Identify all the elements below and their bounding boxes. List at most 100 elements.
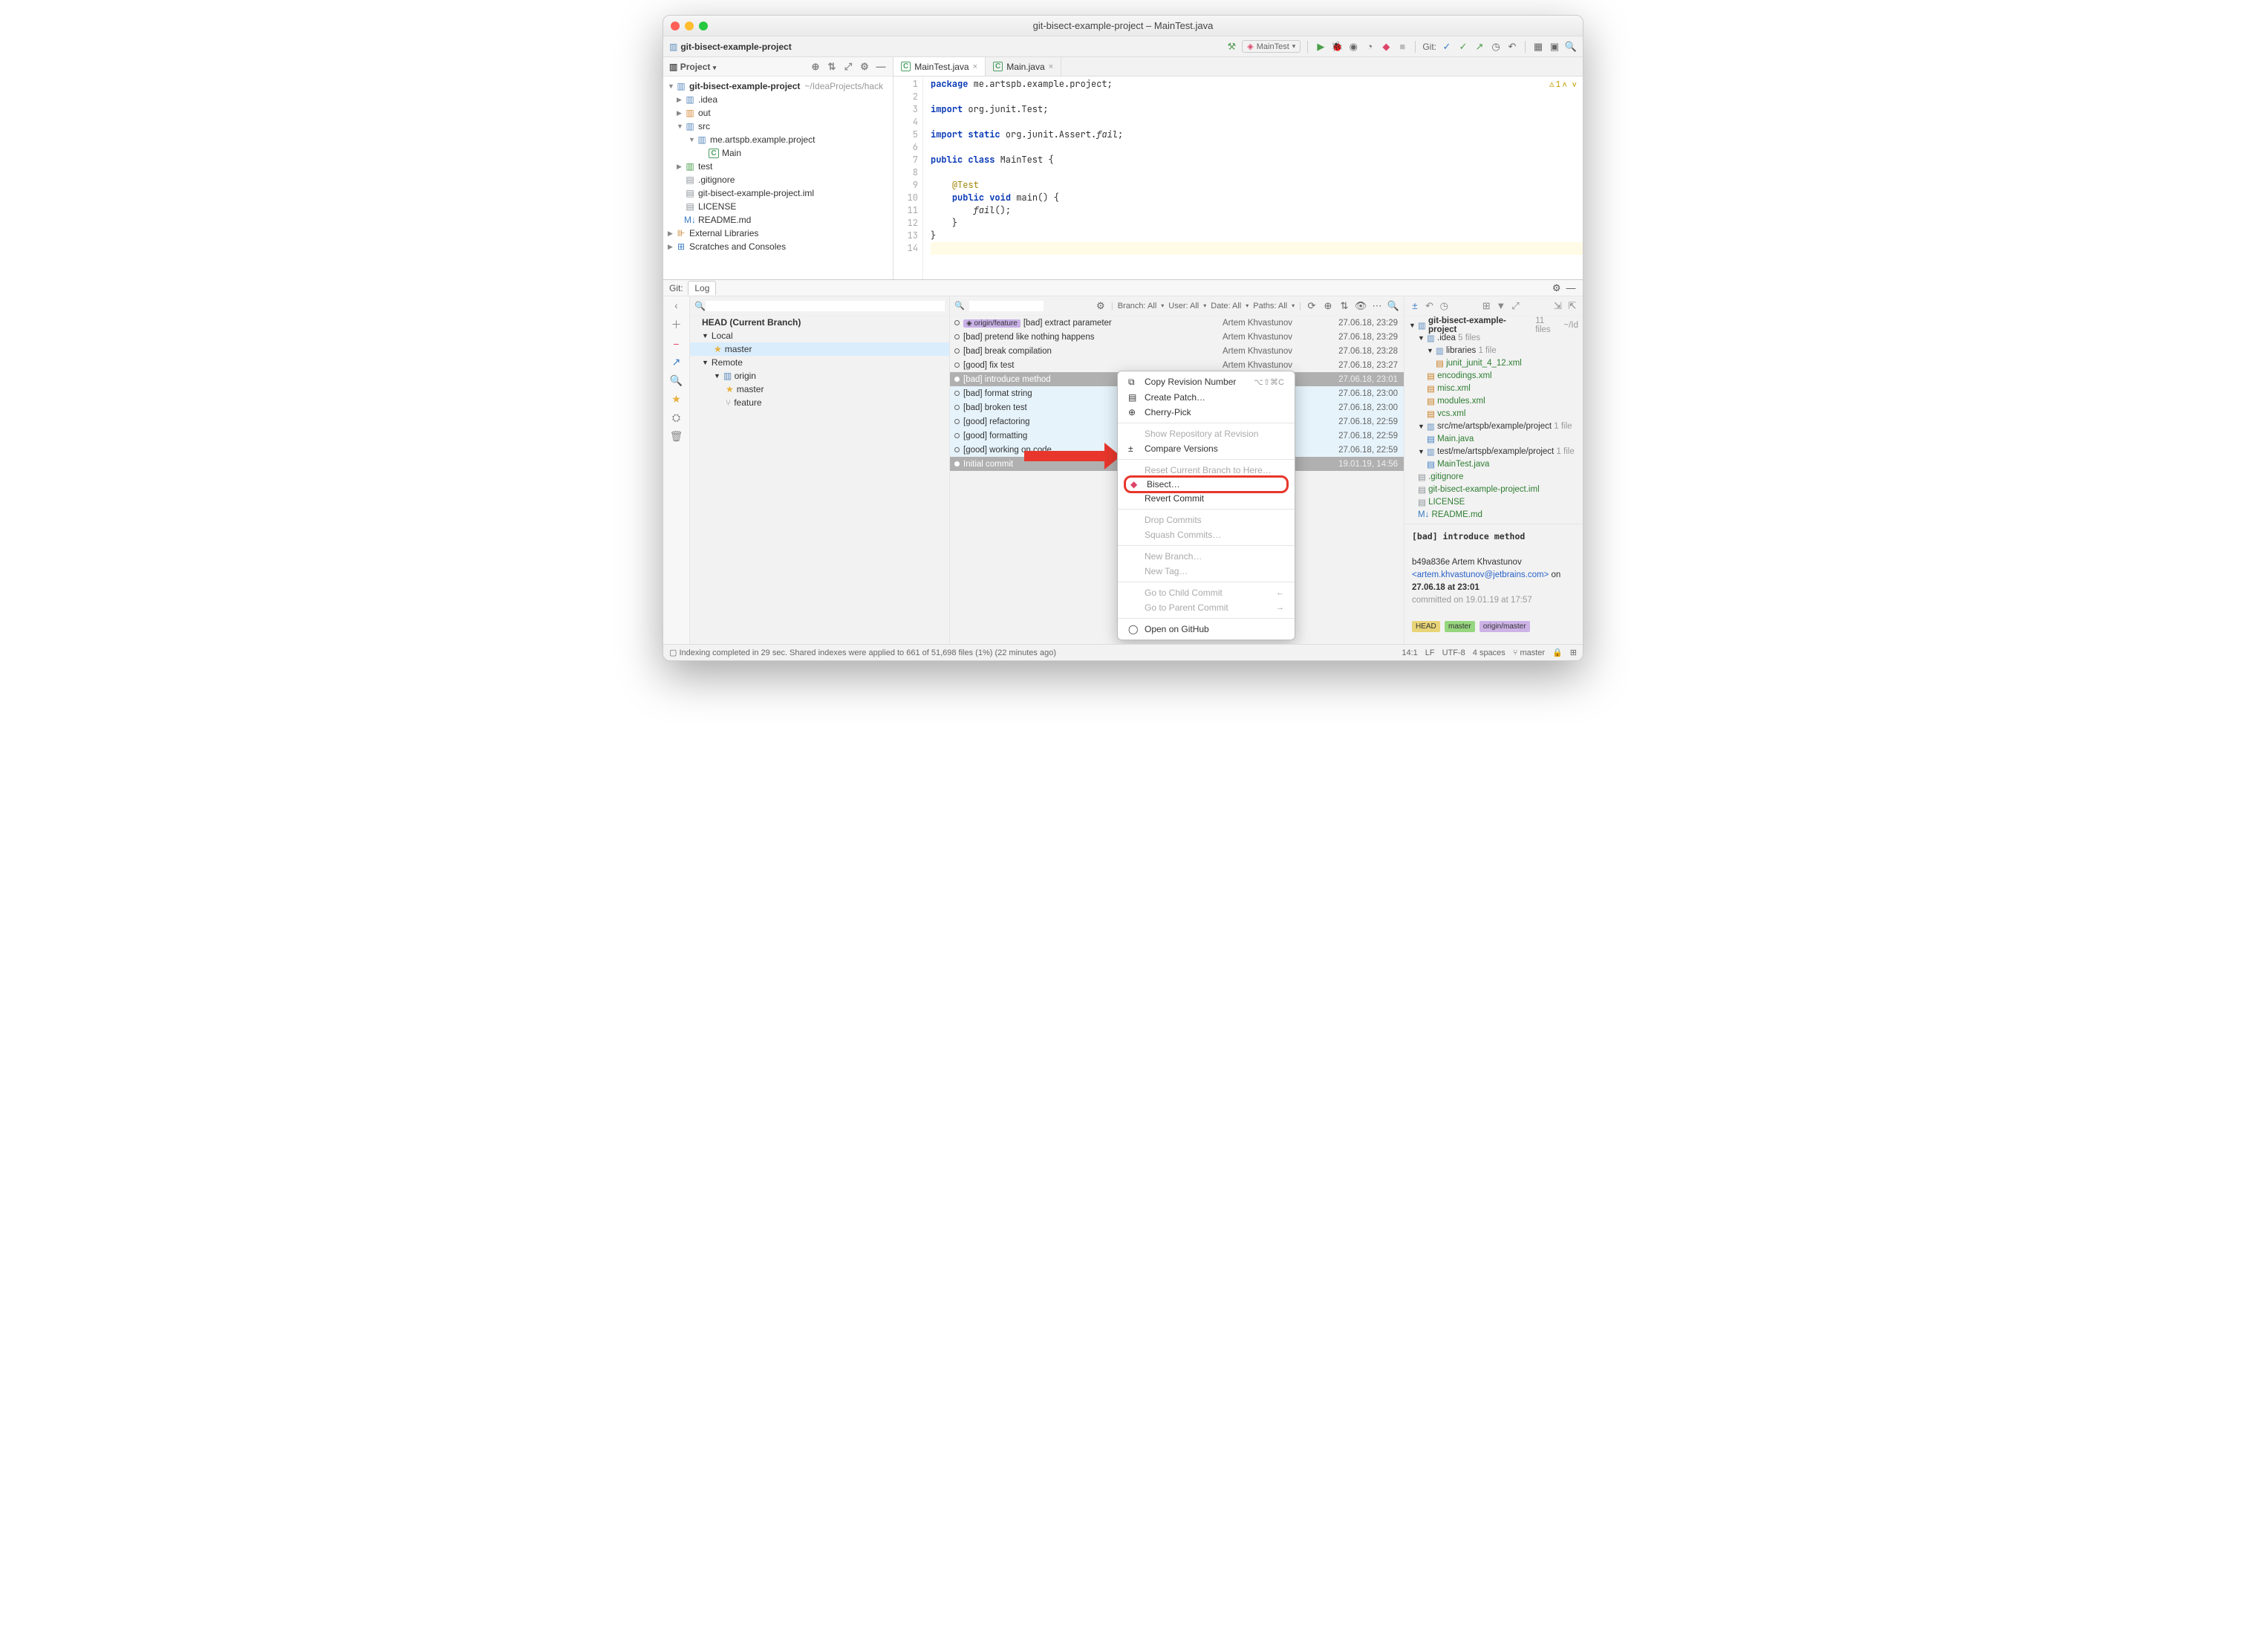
encoding[interactable]: UTF-8 (1442, 648, 1465, 657)
search-icon[interactable]: 🔍 (1565, 41, 1577, 53)
add-icon[interactable]: ＋ (671, 317, 682, 332)
stop-icon[interactable]: ■ (1396, 41, 1408, 53)
author-email-link[interactable]: <artem.khvastunov@jetbrains.com> (1412, 570, 1549, 579)
commit-row[interactable]: [bad] pretend like nothing happensArtem … (950, 330, 1404, 344)
search-icon[interactable]: 🔍 (670, 374, 683, 387)
menu-open-github[interactable]: ◯Open on GitHub (1118, 622, 1295, 637)
tree-item[interactable]: ▼▥src (663, 120, 893, 133)
coverage-icon[interactable]: ◉ (1347, 41, 1359, 53)
change-file[interactable]: ▤ Main.java (1404, 432, 1583, 445)
change-folder[interactable]: ▼▥ libraries 1 file (1404, 344, 1583, 357)
tab-main[interactable]: CMain.java× (986, 57, 1061, 76)
change-file[interactable]: ▤ LICENSE (1404, 495, 1583, 508)
revert-icon[interactable]: ↶ (1424, 300, 1436, 312)
expand-icon[interactable]: ⤢ (1509, 300, 1521, 312)
hide-icon[interactable]: — (875, 61, 887, 73)
close-icon[interactable]: × (1049, 62, 1053, 71)
expand-icon[interactable]: ⇅ (826, 61, 838, 73)
change-folder[interactable]: ▼▥ test/me/artspb/example/project 1 file (1404, 445, 1583, 458)
filter-user[interactable]: User: All (1168, 302, 1199, 310)
vcs-history-icon[interactable]: ◷ (1490, 41, 1502, 53)
change-file[interactable]: ▤ MainTest.java (1404, 458, 1583, 470)
find-icon[interactable]: 🔍 (1387, 300, 1399, 312)
collapse-icon[interactable]: ⤢ (842, 61, 854, 73)
change-file[interactable]: ▤ vcs.xml (1404, 407, 1583, 420)
line-ending[interactable]: LF (1425, 648, 1435, 657)
vcs-rollback-icon[interactable]: ↶ (1506, 41, 1518, 53)
hide-icon[interactable]: — (1565, 282, 1577, 293)
search-everywhere-icon[interactable]: ▦ (1532, 41, 1544, 53)
git-branch-status[interactable]: ⑂ master (1513, 648, 1545, 657)
code-area[interactable]: 1234567891011121314 package me.artspb.ex… (893, 77, 1583, 279)
branch-origin-feature[interactable]: ⑂feature (690, 396, 949, 409)
commit-search-input[interactable] (969, 301, 1044, 311)
profile-icon[interactable]: ◔ (1364, 41, 1376, 53)
target-icon[interactable]: ⊕ (810, 61, 821, 73)
back-icon[interactable]: ‹ (674, 299, 678, 311)
hammer-build-icon[interactable]: ⚒ (1225, 41, 1237, 53)
delete-icon[interactable]: − (673, 338, 679, 350)
cherry-icon[interactable]: ⊕ (1322, 300, 1334, 312)
head-branch[interactable]: HEAD (Current Branch) (690, 316, 949, 329)
tree-item[interactable]: ▶▥test (663, 160, 893, 173)
more-icon[interactable]: ⋯ (1371, 300, 1383, 312)
vcs-commit-icon[interactable]: ✓ (1457, 41, 1469, 53)
remote-group[interactable]: ▼Remote (690, 356, 949, 369)
compare-icon[interactable]: ± (1409, 299, 1421, 311)
menu-cherry-pick[interactable]: ⊕Cherry-Pick (1118, 405, 1295, 420)
vcs-push-icon[interactable]: ↗ (1474, 41, 1485, 53)
change-folder[interactable]: ▼▥ src/me/artspb/example/project 1 file (1404, 420, 1583, 432)
tag-origin-master[interactable]: origin/master (1480, 621, 1530, 632)
tree-item[interactable]: CMain (663, 146, 893, 160)
debug-icon[interactable]: 🐞 (1331, 41, 1343, 53)
breadcrumb[interactable]: ▥ git-bisect-example-project (669, 42, 792, 52)
close-icon[interactable]: × (973, 62, 977, 71)
star-icon[interactable]: ★ (671, 393, 681, 406)
filter-icon[interactable]: ⚙ (1095, 300, 1107, 312)
tag-master[interactable]: master (1445, 621, 1475, 632)
filter-icon[interactable]: ▼ (1495, 299, 1507, 311)
change-file[interactable]: ▤ .gitignore (1404, 470, 1583, 483)
gear-icon[interactable]: ⚙ (1551, 282, 1563, 294)
lock-icon[interactable]: 🔒 (1552, 648, 1563, 657)
group-icon[interactable]: ⊞ (1480, 300, 1492, 312)
git-log-tab[interactable]: Log (688, 281, 716, 295)
tree-item[interactable]: ▤git-bisect-example-project.iml (663, 186, 893, 200)
tag-head[interactable]: HEAD (1412, 621, 1440, 632)
tree-item[interactable]: ▤LICENSE (663, 200, 893, 213)
settings-icon[interactable]: ⛭ (672, 412, 680, 424)
tree-item[interactable]: M↓README.md (663, 213, 893, 227)
tree-root[interactable]: ▼▥git-bisect-example-project ~/IdeaProje… (663, 79, 893, 93)
change-file[interactable]: ▤ misc.xml (1404, 382, 1583, 394)
menu-copy-revision[interactable]: ⧉Copy Revision Number⌥⇧⌘C (1118, 374, 1295, 390)
origin-group[interactable]: ▼▥ origin (690, 369, 949, 383)
arrow-icon[interactable]: ↗ (672, 356, 681, 368)
ide-settings-icon[interactable]: ▣ (1549, 41, 1560, 53)
branch-origin-master[interactable]: ★master (690, 383, 949, 396)
run-icon[interactable]: ▶ (1315, 41, 1327, 53)
tree-item[interactable]: ▼▥me.artspb.example.project (663, 133, 893, 146)
menu-create-patch[interactable]: ▤Create Patch… (1118, 390, 1295, 405)
indent[interactable]: 4 spaces (1473, 648, 1506, 657)
local-group[interactable]: ▼Local (690, 329, 949, 342)
filter-branch[interactable]: Branch: All (1118, 302, 1157, 310)
memory-icon[interactable]: ⊞ (1570, 648, 1577, 657)
change-root[interactable]: ▼▥ git-bisect-example-project 11 files ~… (1404, 319, 1583, 331)
vcs-update-icon[interactable]: ✓ (1441, 41, 1453, 53)
change-file[interactable]: ▤ modules.xml (1404, 394, 1583, 407)
change-file[interactable]: ▤ junit_junit_4_12.xml (1404, 357, 1583, 369)
collapse-all-icon[interactable]: ⇱ (1566, 300, 1578, 312)
change-file[interactable]: M↓ README.md (1404, 508, 1583, 521)
change-file[interactable]: ▤ git-bisect-example-project.iml (1404, 483, 1583, 495)
run-config-selector[interactable]: ◈ MainTest ▾ (1242, 40, 1301, 53)
menu-revert[interactable]: Revert Commit (1118, 491, 1295, 506)
eye-icon[interactable]: 👁 (1355, 300, 1367, 312)
refresh-icon[interactable]: ⟳ (1306, 300, 1318, 312)
cursor-position[interactable]: 14:1 (1402, 648, 1417, 657)
tree-item[interactable]: ▤.gitignore (663, 173, 893, 186)
expand-all-icon[interactable]: ⇲ (1552, 300, 1563, 312)
branch-search-input[interactable] (706, 301, 945, 311)
sort-icon[interactable]: ⇅ (1338, 300, 1350, 312)
bisect-toolbar-icon[interactable]: ◆ (1380, 41, 1392, 53)
inspection-indicator[interactable]: ⚠ 1 ∧ ∨ (1549, 79, 1577, 90)
